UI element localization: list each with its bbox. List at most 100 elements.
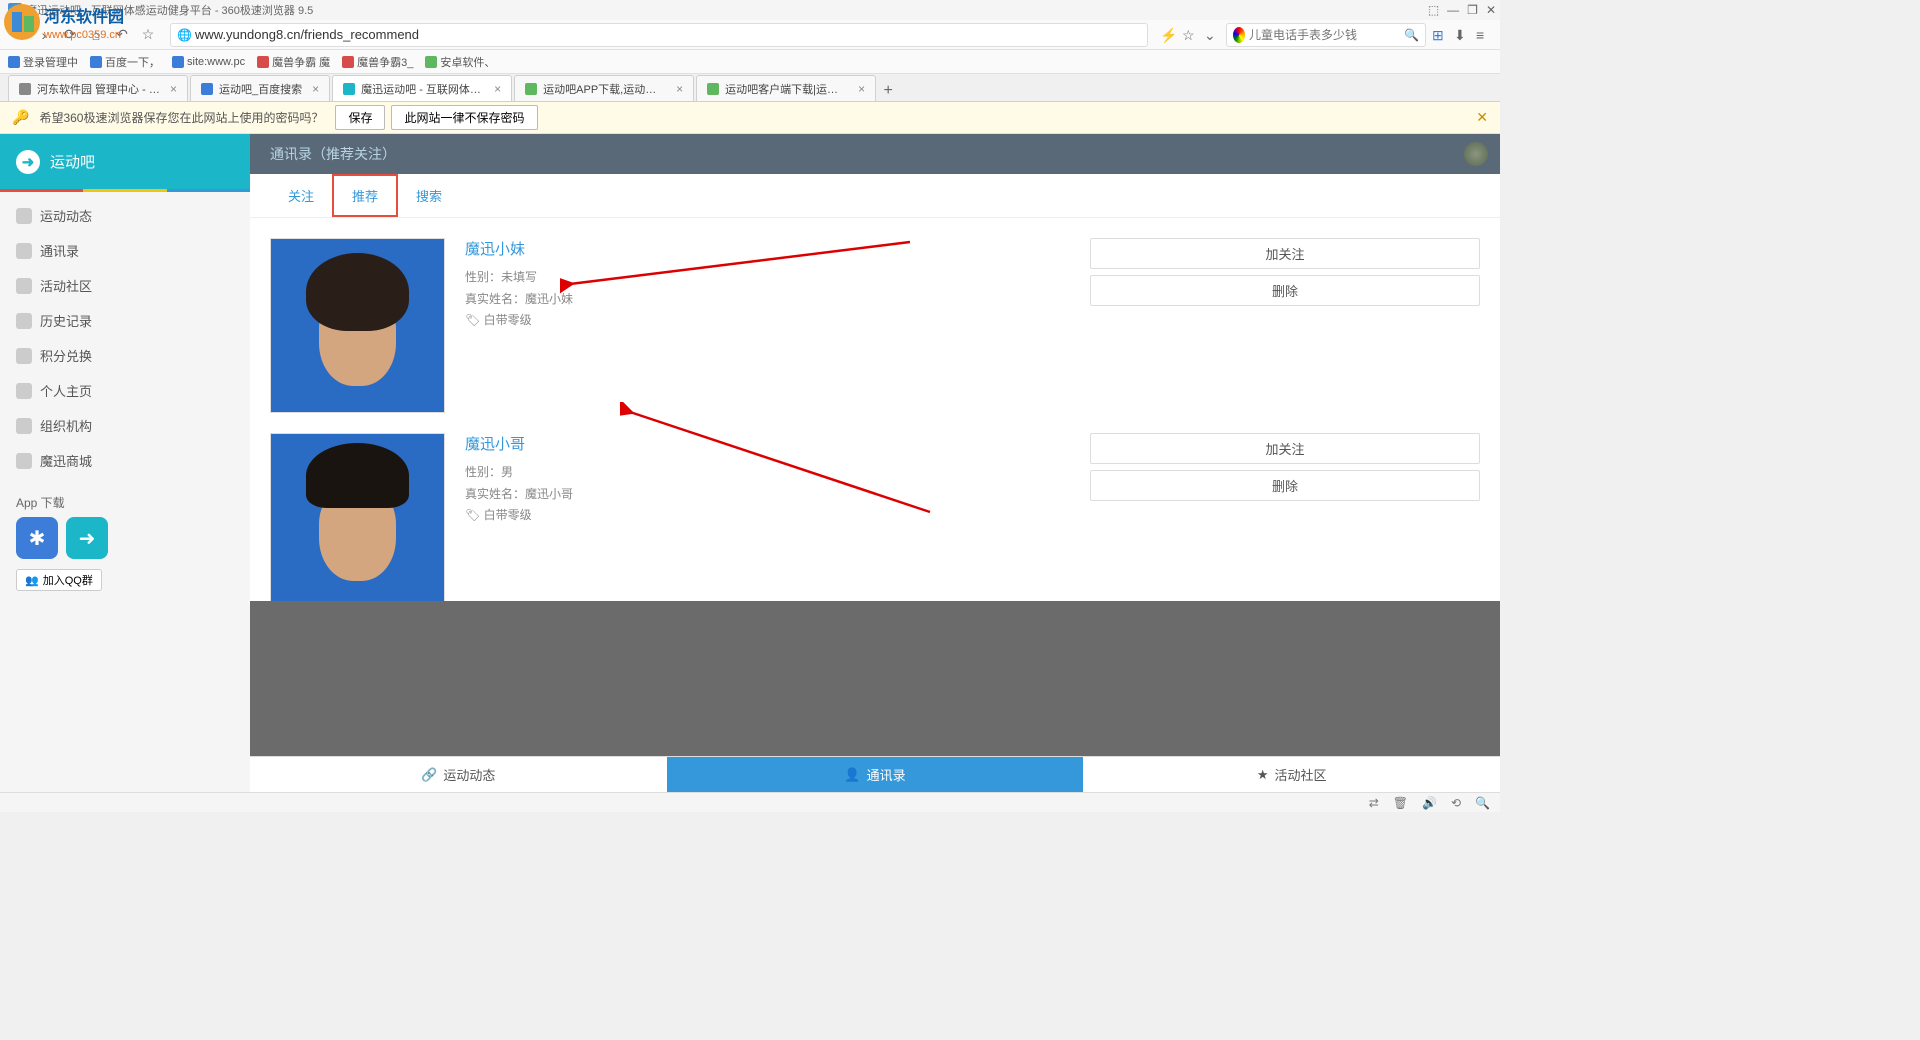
bookmark-item[interactable]: 魔兽争霸3_: [342, 54, 413, 70]
qq-icon: 👥: [25, 574, 39, 587]
bookmark-item[interactable]: 魔兽争霸 魔: [257, 54, 330, 70]
flash-icon[interactable]: ⚡: [1160, 27, 1176, 43]
sidebar-item-shop[interactable]: 魔迅商城: [0, 443, 250, 478]
tab-favicon: [343, 83, 355, 95]
friend-name-link[interactable]: 魔迅小妹: [465, 238, 1070, 259]
follow-button[interactable]: 加关注: [1090, 433, 1480, 464]
bm-icon: [342, 56, 354, 68]
sidebar-item-org[interactable]: 组织机构: [0, 408, 250, 443]
sidebar-brand: ➜ 运动吧: [0, 134, 250, 189]
link-icon: 🔗: [421, 767, 437, 783]
trash-icon[interactable]: 🗑: [1393, 796, 1408, 810]
svg-text:www.pc0359.cn: www.pc0359.cn: [43, 29, 121, 41]
refresh-icon[interactable]: ⟲: [1451, 796, 1461, 810]
searchbox[interactable]: 🔍: [1226, 23, 1426, 47]
browser-tab[interactable]: 运动吧APP下载,运动吧官方客户×: [514, 75, 694, 101]
tab-following[interactable]: 关注: [270, 176, 332, 215]
bookmark-item[interactable]: 登录管理中: [8, 54, 78, 70]
win-pin-icon[interactable]: ⬚: [1428, 3, 1439, 17]
search-icon[interactable]: 🔍: [1404, 28, 1419, 42]
bookmark-item[interactable]: 安卓软件、: [425, 54, 495, 70]
bm-icon: [425, 56, 437, 68]
remove-button[interactable]: 删除: [1090, 470, 1480, 501]
browser-tab[interactable]: 运动吧客户端下载|运动吧名师直×: [696, 75, 876, 101]
sidebar-item-community[interactable]: 活动社区: [0, 268, 250, 303]
footer-area: [250, 601, 1500, 756]
tab-recommend[interactable]: 推荐: [332, 174, 398, 217]
bookmark-item[interactable]: site:www.pc: [172, 56, 245, 68]
friend-name-link[interactable]: 魔迅小哥: [465, 433, 1070, 454]
star-icon: ★: [1257, 767, 1269, 783]
contacts-icon: [16, 243, 32, 259]
tab-close-icon[interactable]: ×: [676, 82, 683, 96]
sidebar-item-profile[interactable]: 个人主页: [0, 373, 250, 408]
titlebar: 魔迅运动吧 - 互联网体感运动健身平台 - 360极速浏览器 9.5 ⬚ — ❐…: [0, 0, 1500, 20]
tab-favicon: [707, 83, 719, 95]
save-password-button[interactable]: 保存: [335, 105, 385, 130]
bottom-nav-contacts[interactable]: 👤通讯录: [667, 757, 1084, 792]
sidebar-item-feed[interactable]: 运动动态: [0, 198, 250, 233]
bottom-nav-community[interactable]: ★活动社区: [1083, 757, 1500, 792]
download-icon[interactable]: ⬇: [1454, 27, 1470, 43]
org-icon: [16, 418, 32, 434]
qq-group-button[interactable]: 👥 加入QQ群: [16, 569, 102, 591]
new-tab-button[interactable]: +: [878, 81, 898, 101]
win-close-icon[interactable]: ✕: [1486, 3, 1496, 17]
bm-icon: [8, 56, 20, 68]
tab-search[interactable]: 搜索: [398, 176, 460, 215]
remove-button[interactable]: 删除: [1090, 275, 1480, 306]
friend-meta: 性别：未填写 真实姓名：魔迅小妹 🏷 白带零级: [465, 267, 1070, 332]
feed-icon: [16, 208, 32, 224]
close-icon[interactable]: ✕: [1476, 109, 1488, 126]
sidebar-item-history[interactable]: 历史记录: [0, 303, 250, 338]
content-tabs: 关注 推荐 搜索: [250, 174, 1500, 218]
bookmark-item[interactable]: 百度一下，: [90, 54, 160, 70]
content: 通讯录（推荐关注） 关注 推荐 搜索 魔迅小妹 性别：未填写: [250, 134, 1500, 792]
pwd-text: 希望360极速浏览器保存您在此网站上使用的密码吗？: [39, 109, 323, 126]
friend-avatar[interactable]: [270, 433, 445, 601]
shop-icon: [16, 453, 32, 469]
follow-button[interactable]: 加关注: [1090, 238, 1480, 269]
grid-icon[interactable]: ⊞: [1432, 27, 1448, 43]
dropdown-icon[interactable]: ⌄: [1204, 27, 1220, 43]
friend-card: 魔迅小哥 性别：男 真实姓名：魔迅小哥 🏷 白带零级 加关注 删除: [270, 423, 1480, 601]
user-avatar[interactable]: [1464, 142, 1488, 166]
tab-favicon: [19, 83, 31, 95]
menu-icon[interactable]: ≡: [1476, 27, 1492, 43]
app-download-label: App 下载: [0, 484, 250, 517]
person-icon: 👤: [844, 767, 860, 783]
browser-tab[interactable]: 河东软件园 管理中心 - Powere×: [8, 75, 188, 101]
sidebar-item-contacts[interactable]: 通讯录: [0, 233, 250, 268]
watermark-logo: 河东软件园 www.pc0359.cn: [0, 0, 160, 50]
key-icon: 🔑: [12, 109, 29, 126]
tab-close-icon[interactable]: ×: [312, 82, 319, 96]
win-min-icon[interactable]: —: [1447, 3, 1459, 17]
url-input[interactable]: [195, 27, 1141, 42]
browser-tab[interactable]: 运动吧_百度搜索×: [190, 75, 330, 101]
win-max-icon[interactable]: ❐: [1467, 3, 1478, 17]
svg-text:河东软件园: 河东软件园: [44, 7, 124, 26]
bookmarkbar: 登录管理中 百度一下， site:www.pc 魔兽争霸 魔 魔兽争霸3_ 安卓…: [0, 50, 1500, 74]
bottom-nav-feed[interactable]: 🔗运动动态: [250, 757, 667, 792]
app-download-icon-2[interactable]: ➜: [66, 517, 108, 559]
app-download-icon-1[interactable]: ✱: [16, 517, 58, 559]
tabstrip: 河东软件园 管理中心 - Powere× 运动吧_百度搜索× 魔迅运动吧 - 互…: [0, 74, 1500, 102]
friend-avatar[interactable]: [270, 238, 445, 413]
volume-icon[interactable]: 🔊: [1422, 796, 1437, 810]
sidebar-item-points[interactable]: 积分兑换: [0, 338, 250, 373]
search-input[interactable]: [1249, 28, 1404, 42]
urlbar[interactable]: 🌐: [170, 23, 1148, 47]
star2-icon[interactable]: ☆: [1182, 27, 1198, 43]
community-icon: [16, 278, 32, 294]
zoom-icon[interactable]: 🔍: [1475, 796, 1490, 810]
tab-close-icon[interactable]: ×: [858, 82, 865, 96]
password-bar: 🔑 希望360极速浏览器保存您在此网站上使用的密码吗？ 保存 此网站一律不保存密…: [0, 102, 1500, 134]
browser-tab[interactable]: 魔迅运动吧 - 互联网体感运动健×: [332, 75, 512, 101]
shuffle-icon[interactable]: ⇄: [1369, 796, 1379, 810]
tab-close-icon[interactable]: ×: [170, 82, 177, 96]
sidebar: ➜ 运动吧 运动动态 通讯录 活动社区 历史记录 积分兑换 个人主页 组织机构 …: [0, 134, 250, 792]
level-icon: 🏷: [465, 508, 484, 522]
tab-close-icon[interactable]: ×: [494, 82, 501, 96]
profile-icon: [16, 383, 32, 399]
never-save-button[interactable]: 此网站一律不保存密码: [391, 105, 537, 130]
